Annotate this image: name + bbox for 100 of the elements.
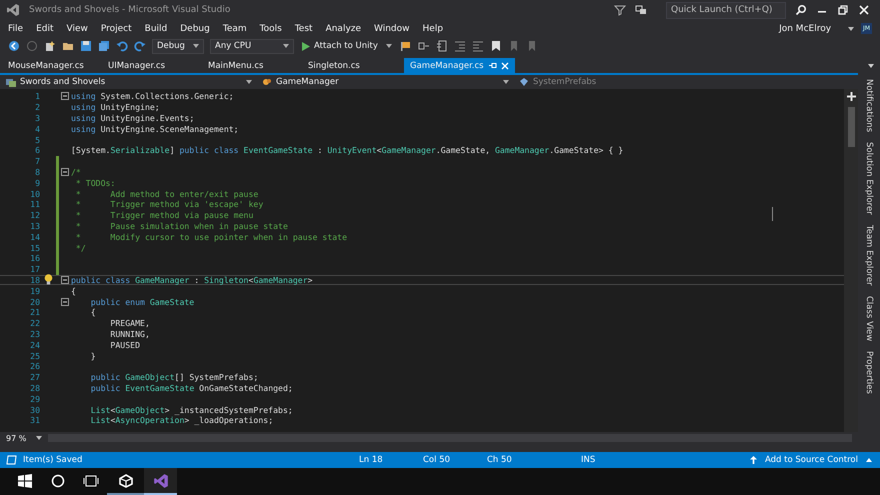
outdent-icon[interactable] — [454, 40, 466, 52]
code-line: using System.Collections.Generic; — [71, 91, 234, 102]
quick-launch-field[interactable]: Quick Launch (Ctrl+Q) — [666, 2, 786, 18]
menu-item[interactable]: Edit — [36, 24, 54, 34]
pin-icon[interactable] — [488, 61, 497, 70]
caret-icon[interactable] — [868, 64, 874, 68]
redo-icon[interactable] — [134, 40, 146, 52]
document-tab[interactable]: MainMenu.cs — [204, 58, 304, 73]
document-tab[interactable]: GameManager.cs — [404, 58, 515, 73]
folder-icon[interactable] — [62, 40, 74, 52]
line-number: 30 — [29, 404, 40, 415]
line-number: 4 — [34, 124, 40, 134]
menu-item[interactable]: Window — [374, 24, 410, 34]
user-name[interactable]: Jon McElroy — [779, 24, 832, 34]
lightbulb-icon[interactable] — [44, 274, 52, 286]
collapse-icon[interactable] — [61, 298, 69, 306]
side-panel-tab[interactable]: Class View — [864, 296, 874, 341]
start-icon[interactable] — [18, 474, 32, 488]
line-number: 25 — [29, 350, 40, 361]
line-number: 2 — [34, 102, 40, 112]
field-icon — [519, 77, 529, 87]
visual-studio-logo-icon — [6, 3, 20, 17]
split-icon[interactable] — [846, 92, 856, 101]
side-panel-tab[interactable]: Team Explorer — [864, 224, 874, 286]
restore-icon[interactable] — [837, 4, 849, 16]
caret-icon — [246, 80, 252, 84]
collapse-icon[interactable] — [61, 276, 69, 284]
funnel-icon[interactable] — [614, 4, 626, 16]
side-panel-tab[interactable]: Solution Explorer — [864, 142, 874, 215]
code-line: PAUSED — [109, 340, 140, 350]
unity-cube-icon[interactable] — [118, 474, 132, 488]
indent-icon[interactable] — [472, 40, 484, 52]
new-project-icon[interactable] — [44, 40, 56, 52]
menu-item[interactable]: Help — [422, 24, 444, 34]
collapse-icon[interactable] — [61, 92, 69, 100]
char-position: Ch 50 — [487, 455, 513, 465]
close-icon[interactable] — [858, 4, 870, 16]
menu-item[interactable]: Build — [144, 24, 168, 34]
flag-icon[interactable] — [400, 40, 412, 52]
code-line: public EventGameState OnGameStateChanged; — [90, 382, 293, 393]
platform-dropdown[interactable]: Any CPU — [210, 38, 294, 54]
code-line: using UnityEngine.Events; — [71, 113, 194, 123]
code-line: * Pause simulation when in pause state — [74, 220, 288, 231]
save-all-icon[interactable] — [98, 40, 110, 52]
menu-item[interactable]: Analyze — [326, 24, 362, 34]
feedback-icon[interactable] — [635, 4, 647, 16]
scrollbar-thumb[interactable] — [848, 107, 854, 147]
code-line: { — [71, 286, 76, 296]
menu-item[interactable]: File — [8, 24, 24, 34]
line-number: 10 — [29, 188, 40, 199]
back-icon[interactable] — [8, 40, 20, 52]
line-number: 19 — [29, 286, 40, 296]
line-number: 9 — [34, 178, 40, 188]
caret-icon — [283, 44, 289, 48]
code-line: [System.Serializable] public class EventGameState : UnityEvent<GameManager.GameState, GameManager.GameState> { } — [71, 145, 624, 156]
collapse-icon[interactable] — [61, 168, 69, 176]
side-panel-tab[interactable]: Notifications — [864, 79, 874, 132]
line-number: 7 — [34, 156, 40, 166]
window-title: Swords and Shovels - Microsoft Visual Studio — [29, 5, 230, 15]
task-view-icon[interactable] — [82, 474, 98, 488]
caret-icon — [386, 44, 392, 48]
line-number: 1 — [34, 91, 40, 102]
side-panel-tab[interactable]: Properties — [864, 350, 874, 394]
zoom-level[interactable]: 97 % — [6, 434, 26, 442]
column-position: Col 50 — [423, 455, 452, 465]
code-line: public GameObject[] SystemPrefabs; — [90, 372, 258, 382]
add-to-source-control-button[interactable]: Add to Source Control — [748, 455, 874, 465]
menu-item[interactable]: Test — [294, 24, 313, 34]
search-icon[interactable] — [795, 4, 807, 16]
code-line: List<GameObject> _instancedSystemPrefabs; — [90, 404, 293, 415]
caret-icon[interactable] — [36, 436, 42, 440]
line-number: 15 — [29, 242, 40, 253]
save-icon[interactable] — [80, 40, 92, 52]
visual-studio-app-icon[interactable] — [152, 472, 168, 488]
line-number: 8 — [34, 166, 40, 177]
code-line: */ — [74, 242, 86, 253]
bookmark-icon[interactable] — [490, 40, 502, 52]
menu-item[interactable]: Debug — [180, 24, 210, 34]
line-number: 29 — [29, 394, 40, 404]
menu-item[interactable]: Tools — [260, 24, 282, 34]
menu-item[interactable]: Team — [222, 24, 247, 34]
line-number: 23 — [29, 328, 40, 339]
line-number: 21 — [29, 307, 40, 318]
class-icon — [262, 77, 272, 87]
line-number: 18 — [29, 274, 40, 285]
status-message: Item(s) Saved — [23, 455, 84, 465]
document-tab[interactable]: Singleton.cs — [304, 58, 404, 73]
menu-item[interactable]: Project — [100, 24, 132, 34]
undo-icon[interactable] — [116, 40, 128, 52]
configuration-dropdown[interactable]: Debug — [152, 38, 204, 54]
document-tab[interactable]: MouseManager.cs — [4, 58, 104, 73]
code-line: { — [90, 307, 96, 318]
caret-icon — [193, 44, 199, 48]
caret-icon[interactable] — [848, 26, 854, 30]
menu-item[interactable]: View — [66, 24, 88, 34]
attach-to-unity-button[interactable]: Attach to Unity — [300, 41, 394, 51]
cortana-circle-icon[interactable] — [50, 474, 64, 488]
code-line: RUNNING, — [109, 328, 150, 339]
document-tab[interactable]: UIManager.cs — [104, 58, 204, 73]
line-number: 3 — [34, 113, 40, 123]
